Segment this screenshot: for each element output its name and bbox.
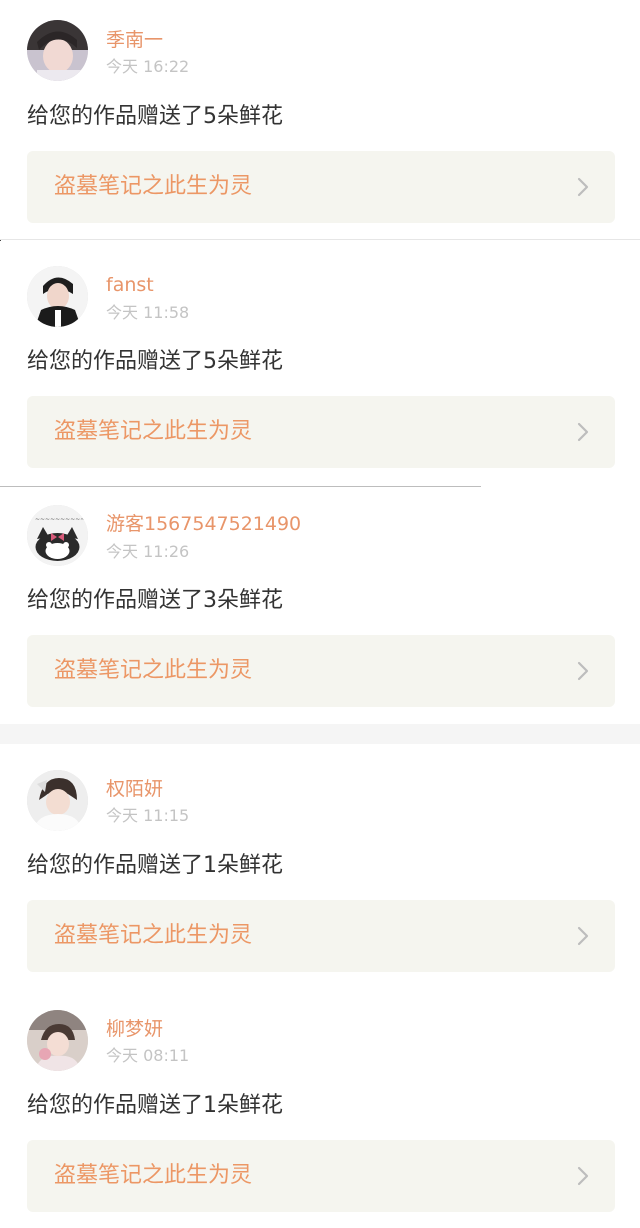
chevron-right-icon — [577, 661, 589, 681]
svg-text:~~~~~~~~~~~~: ~~~~~~~~~~~~ — [35, 516, 88, 523]
work-link-card[interactable]: 盗墓笔记之此生为灵 — [27, 635, 615, 707]
gift-message: 给您的作品赠送了1朵鲜花 — [27, 1093, 283, 1118]
work-link-card[interactable]: 盗墓笔记之此生为灵 — [27, 151, 615, 223]
timestamp: 今天 11:26 — [106, 542, 190, 561]
avatar[interactable] — [27, 266, 88, 327]
chevron-right-icon — [577, 1166, 589, 1186]
section-gap — [0, 724, 640, 744]
username[interactable]: fanst — [106, 273, 154, 297]
work-link-card[interactable]: 盗墓笔记之此生为灵 — [27, 900, 615, 972]
work-title: 盗墓笔记之此生为灵 — [54, 174, 253, 199]
chevron-right-icon — [577, 422, 589, 442]
avatar[interactable] — [27, 20, 88, 81]
work-link-card[interactable]: 盗墓笔记之此生为灵 — [27, 1140, 615, 1212]
notification-item: ~~~~~~~~~~~~ 游客1567547521490 今天 11:26 给您… — [0, 487, 640, 724]
username[interactable]: 游客1567547521490 — [106, 512, 301, 536]
username[interactable]: 权陌妍 — [106, 777, 163, 801]
gift-message: 给您的作品赠送了1朵鲜花 — [27, 853, 283, 878]
username[interactable]: 季南一 — [106, 28, 163, 52]
notification-item: 季南一 今天 16:22 给您的作品赠送了5朵鲜花 盗墓笔记之此生为灵 — [0, 0, 640, 240]
avatar[interactable] — [27, 1010, 88, 1071]
gift-message: 给您的作品赠送了5朵鲜花 — [27, 104, 283, 129]
avatar[interactable]: ~~~~~~~~~~~~ — [27, 505, 88, 566]
notification-feed: 季南一 今天 16:22 给您的作品赠送了5朵鲜花 盗墓笔记之此生为灵 fans… — [0, 0, 640, 1228]
notification-item: fanst 今天 11:58 给您的作品赠送了5朵鲜花 盗墓笔记之此生为灵 — [0, 241, 640, 486]
timestamp: 今天 16:22 — [106, 57, 190, 76]
chevron-right-icon — [577, 177, 589, 197]
work-title: 盗墓笔记之此生为灵 — [54, 1163, 253, 1188]
timestamp: 今天 11:58 — [106, 303, 190, 322]
divider — [0, 239, 640, 240]
notification-item: 柳梦妍 今天 08:11 给您的作品赠送了1朵鲜花 盗墓笔记之此生为灵 — [0, 990, 640, 1228]
gift-message: 给您的作品赠送了3朵鲜花 — [27, 588, 283, 613]
notification-item: 权陌妍 今天 11:15 给您的作品赠送了1朵鲜花 盗墓笔记之此生为灵 — [0, 744, 640, 990]
chevron-right-icon — [577, 926, 589, 946]
work-title: 盗墓笔记之此生为灵 — [54, 419, 253, 444]
avatar[interactable] — [27, 770, 88, 831]
work-title: 盗墓笔记之此生为灵 — [54, 923, 253, 948]
gift-message: 给您的作品赠送了5朵鲜花 — [27, 349, 283, 374]
work-title: 盗墓笔记之此生为灵 — [54, 658, 253, 683]
work-link-card[interactable]: 盗墓笔记之此生为灵 — [27, 396, 615, 468]
username[interactable]: 柳梦妍 — [106, 1017, 163, 1041]
timestamp: 今天 11:15 — [106, 806, 190, 825]
timestamp: 今天 08:11 — [106, 1046, 190, 1065]
